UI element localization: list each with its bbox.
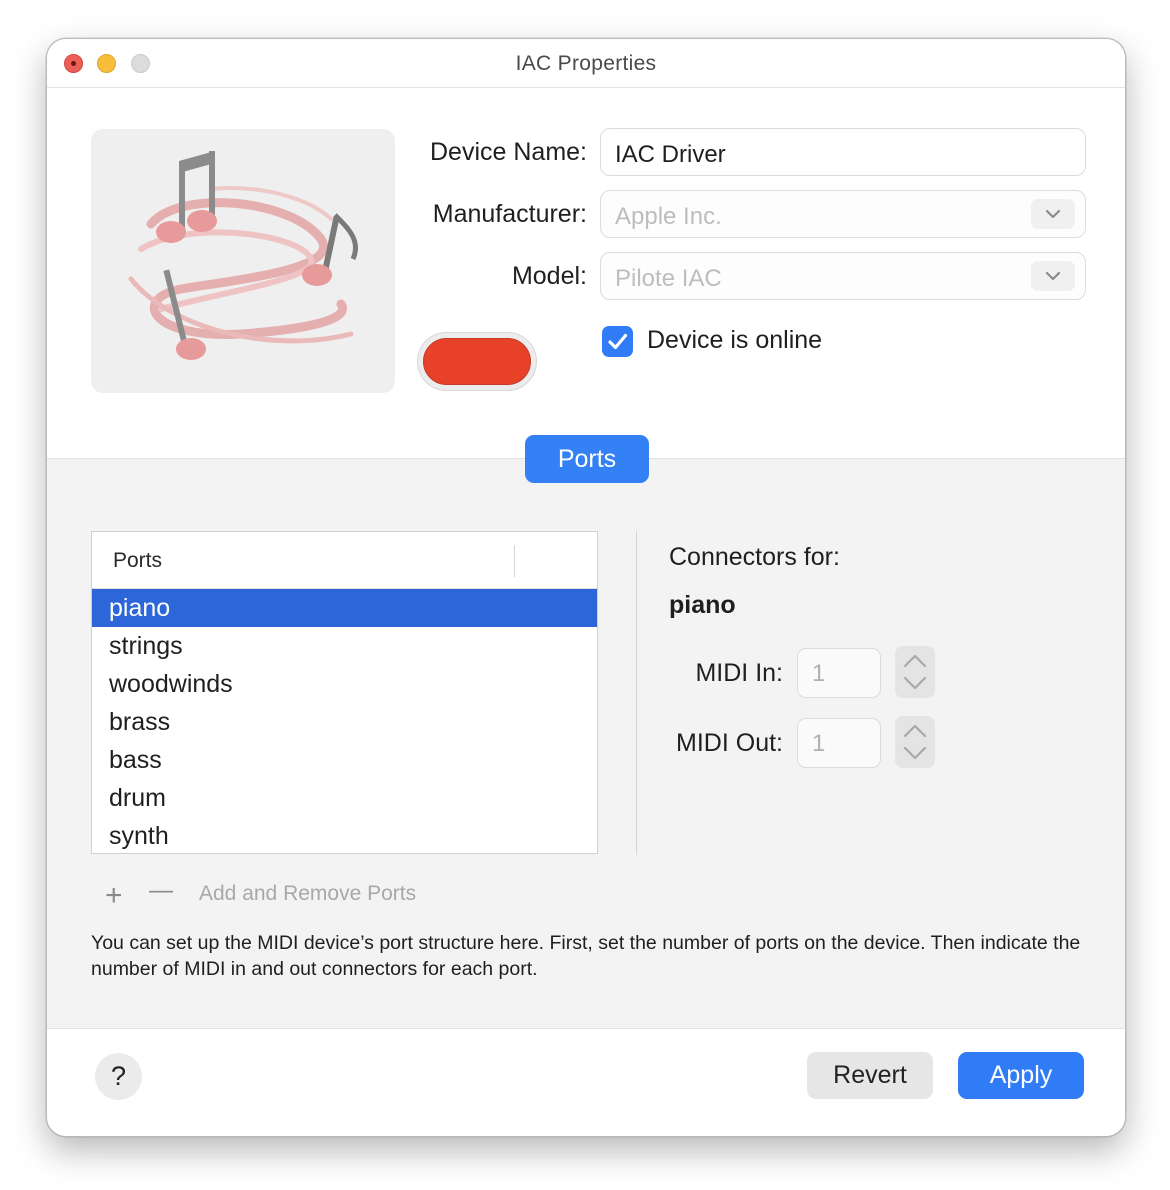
apply-button[interactable]: Apply (958, 1052, 1084, 1099)
music-notes-icon (128, 151, 359, 360)
list-item[interactable]: strings (92, 627, 597, 665)
stepper-arrows-icon (903, 724, 927, 760)
device-info-section: Device Name: IAC Driver Manufacturer: Ap… (47, 88, 1125, 459)
stepper-arrows-icon (903, 654, 927, 690)
manufacturer-label: Manufacturer: (432, 200, 587, 228)
chevron-down-icon (1045, 271, 1061, 281)
model-dropdown-button[interactable] (1031, 261, 1075, 291)
midi-out-label: MIDI Out: (676, 729, 783, 757)
manufacturer-combo[interactable]: Apple Inc. (600, 190, 1086, 238)
ports-list[interactable]: Ports piano strings woodwinds brass bass… (91, 531, 598, 854)
list-item[interactable]: brass (92, 703, 597, 741)
column-divider (514, 545, 515, 577)
ports-column-header: Ports (113, 549, 163, 572)
checkmark-icon (608, 333, 628, 350)
add-port-button[interactable]: + (105, 879, 123, 913)
revert-button[interactable]: Revert (807, 1052, 933, 1099)
color-swatch (423, 338, 531, 385)
list-item[interactable]: drum (92, 779, 597, 817)
midi-in-field[interactable]: 1 (797, 648, 881, 698)
model-value: Pilote IAC (615, 265, 722, 292)
list-item[interactable]: piano (92, 589, 597, 627)
online-label[interactable]: Device is online (647, 326, 822, 355)
port-structure-help-text: You can set up the MIDI device’s port st… (91, 932, 1081, 980)
midi-in-label: MIDI In: (695, 659, 783, 687)
online-checkbox[interactable] (602, 326, 633, 357)
remove-port-button[interactable]: — (149, 877, 173, 905)
vertical-divider (636, 531, 637, 855)
footer: ? Revert Apply (47, 1029, 1125, 1136)
midi-out-field[interactable]: 1 (797, 718, 881, 768)
device-icon-well[interactable] (91, 129, 395, 393)
model-label: Model: (511, 262, 587, 290)
list-item[interactable]: synth (92, 817, 597, 855)
tab-ports[interactable]: Ports (525, 435, 649, 483)
device-name-label: Device Name: (430, 138, 587, 166)
connectors-port-name: piano (669, 591, 736, 619)
window-title: IAC Properties (515, 52, 657, 75)
model-combo[interactable]: Pilote IAC (600, 252, 1086, 300)
iac-properties-window: IAC Properties Device Name: IAC Driver M… (46, 38, 1126, 1137)
connectors-title: Connectors for: (669, 543, 840, 571)
help-button[interactable]: ? (95, 1053, 142, 1100)
add-remove-ports-label: Add and Remove Ports (199, 882, 417, 905)
title-bar: IAC Properties (47, 39, 1125, 88)
manufacturer-value: Apple Inc. (615, 203, 722, 230)
midi-in-stepper[interactable] (895, 646, 935, 698)
ports-list-header[interactable]: Ports (92, 532, 597, 589)
midi-out-stepper[interactable] (895, 716, 935, 768)
device-color-well[interactable] (417, 332, 537, 391)
manufacturer-dropdown-button[interactable] (1031, 199, 1075, 229)
list-item[interactable]: woodwinds (92, 665, 597, 703)
device-name-field[interactable]: IAC Driver (600, 128, 1086, 176)
chevron-down-icon (1045, 209, 1061, 219)
list-item[interactable]: bass (92, 741, 597, 779)
